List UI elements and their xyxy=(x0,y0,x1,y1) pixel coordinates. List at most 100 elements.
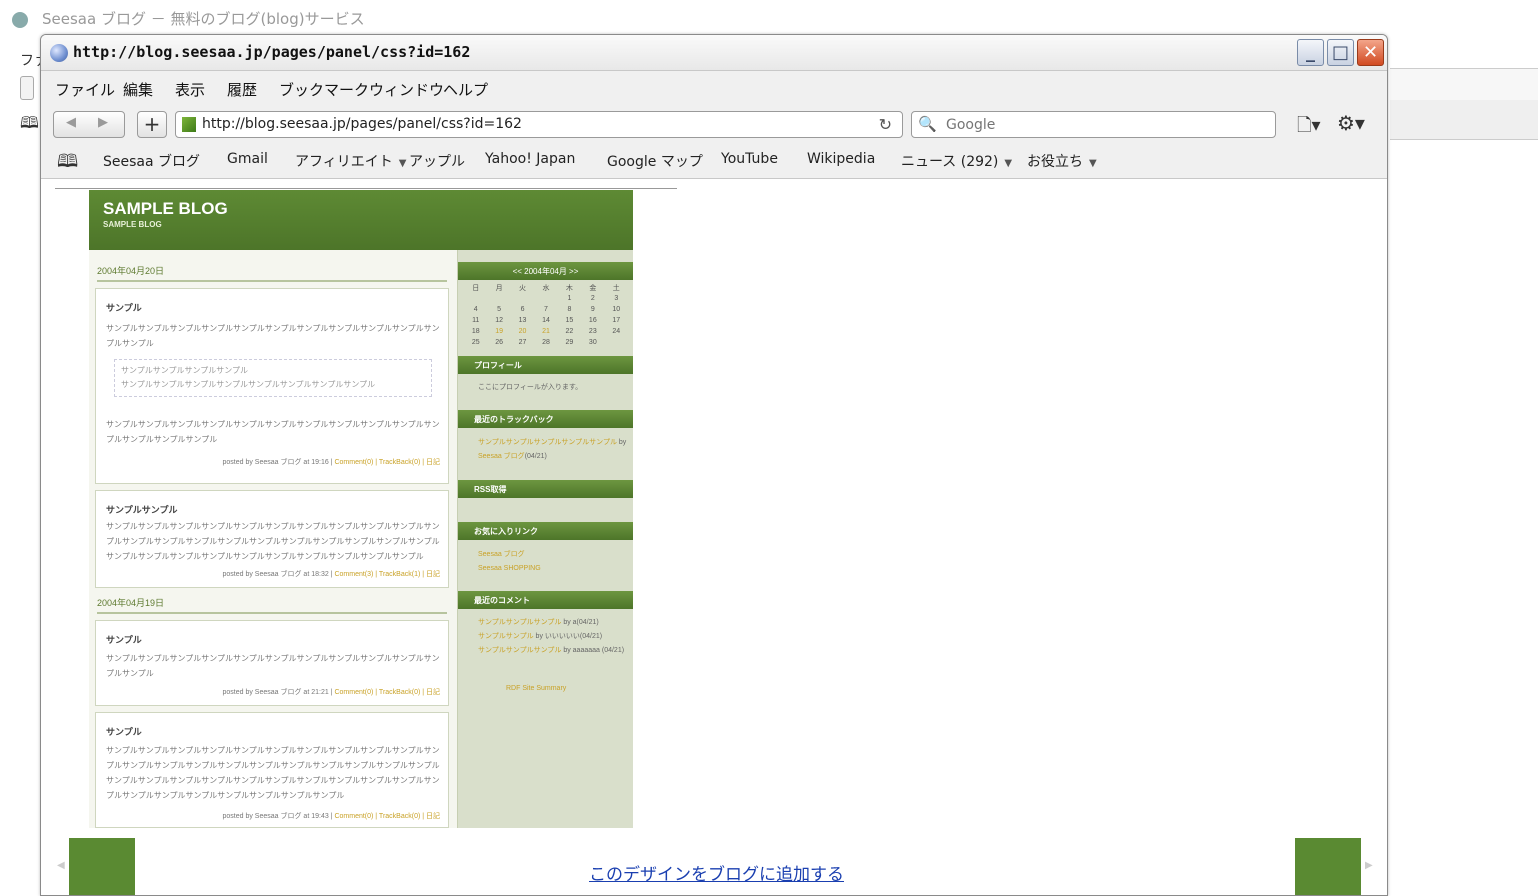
open-book-icon[interactable]: 🕮 xyxy=(57,149,78,179)
favorite-link[interactable]: Seesaa SHOPPING xyxy=(478,562,628,576)
next-design-thumbnail[interactable] xyxy=(1295,838,1361,895)
post-links[interactable]: Comment(0) | TrackBack(0) | 日記 xyxy=(334,459,440,466)
quote-line: サンプルサンプルサンプルサンプル xyxy=(121,366,249,375)
post-links[interactable]: Comment(0) | TrackBack(0) | 日記 xyxy=(334,813,440,820)
post-meta: posted by Seesaa ブログ at 19:16 | xyxy=(222,459,333,466)
profile-text: ここにプロフィールが入ります。 xyxy=(478,384,583,391)
bookmark-useful[interactable]: お役立ち ▼ xyxy=(1027,151,1097,171)
calendar-week: 11 12 13 14 15 16 17 xyxy=(464,315,628,326)
post-footer: posted by Seesaa ブログ at 19:16 | Comment(… xyxy=(223,457,441,467)
calendar-day: 9 xyxy=(590,306,595,313)
rdf-link[interactable]: RDF Site Summary xyxy=(506,682,633,696)
background-back-button[interactable] xyxy=(20,76,34,100)
minimize-icon: _ xyxy=(1306,42,1315,63)
rdf-link-label[interactable]: RDF Site Summary xyxy=(506,685,566,692)
menu-history[interactable]: 履歴 xyxy=(227,79,257,100)
post-meta: posted by Seesaa ブログ at 19:43 | xyxy=(222,813,333,820)
forward-button[interactable]: ▶ xyxy=(98,115,108,130)
post-links[interactable]: Comment(0) | TrackBack(0) | 日記 xyxy=(334,689,440,696)
bookmark-label: Gmail xyxy=(227,151,268,167)
favorite-link[interactable]: Seesaa ブログ xyxy=(478,548,628,562)
close-button[interactable]: ✕ xyxy=(1357,39,1384,66)
bookmark-gmail[interactable]: Gmail xyxy=(227,151,268,167)
back-button[interactable]: ◀ xyxy=(66,115,76,130)
address-bar[interactable]: http://blog.seesaa.jp/pages/panel/css?id… xyxy=(175,111,903,138)
bookmark-google-maps[interactable]: Google マップ xyxy=(607,151,703,171)
blog-title: SAMPLE BLOG xyxy=(103,199,228,218)
add-design-link[interactable]: このデザインをブログに追加する xyxy=(589,860,844,885)
post-links[interactable]: Comment(3) | TrackBack(1) | 日記 xyxy=(334,571,440,578)
chevron-down-icon: ▼ xyxy=(398,158,407,169)
bookmark-label: お役立ち xyxy=(1027,154,1083,170)
bookmark-affiliate[interactable]: アフィリエイト ▼ xyxy=(295,151,406,171)
calendar-day: 27 xyxy=(518,339,527,346)
search-input[interactable] xyxy=(946,115,1266,135)
minimize-button[interactable]: _ xyxy=(1297,39,1324,66)
calendar-day: 13 xyxy=(518,317,527,324)
menu-window[interactable]: ウィンドウ xyxy=(369,79,444,100)
new-tab-button[interactable]: + xyxy=(137,111,167,138)
prev-design-thumbnail[interactable] xyxy=(69,838,135,895)
address-url[interactable]: http://blog.seesaa.jp/pages/panel/css?id… xyxy=(202,116,522,132)
bookmark-apple[interactable]: アップル xyxy=(409,151,465,171)
calendar-header[interactable]: << 2004年04月 >> xyxy=(458,262,633,280)
menu-file[interactable]: ファイル xyxy=(55,79,115,100)
bookmark-news[interactable]: ニュース (292) ▼ xyxy=(901,151,1012,171)
menu-bookmarks[interactable]: ブックマーク xyxy=(279,79,369,100)
comment-link[interactable]: サンプルサンプル xyxy=(478,633,534,640)
site-favicon xyxy=(182,117,196,132)
search-icon[interactable]: 🔍 xyxy=(918,115,937,133)
gear-icon[interactable]: ⚙▾ xyxy=(1337,111,1365,135)
blog-post: サンプル サンプルサンプルサンプルサンプルサンプルサンプルサンプルサンプルサンプ… xyxy=(95,712,449,828)
sidebar-heading-rss[interactable]: RSS取得 xyxy=(458,480,633,498)
comment-link[interactable]: サンプルサンプルサンプル xyxy=(478,647,561,654)
popup-titlebar[interactable]: http://blog.seesaa.jp/pages/panel/css?id… xyxy=(41,35,1387,71)
menu-edit[interactable]: 編集 xyxy=(123,79,153,100)
calendar-week: 1 2 3 xyxy=(464,293,628,304)
scroll-right-icon[interactable]: ▶ xyxy=(1365,860,1373,871)
calendar-day: 28 xyxy=(542,339,550,346)
comment-by: by a(04/21) xyxy=(563,619,599,626)
post-title: サンプル xyxy=(106,303,142,313)
divider xyxy=(55,188,677,189)
calendar-week: 25 26 27 28 29 30 xyxy=(464,337,628,348)
menu-help[interactable]: ヘルプ xyxy=(443,79,488,100)
reload-icon[interactable]: ↻ xyxy=(879,115,892,134)
trackback-link[interactable]: サンプルサンプルサンプルサンプルサンプル xyxy=(478,439,617,446)
menu-bar: ファイル 編集 表示 履歴 ブックマーク ウィンドウ ヘルプ xyxy=(41,71,1387,107)
bookmark-wikipedia[interactable]: Wikipedia xyxy=(807,151,875,167)
trackback-author[interactable]: Seesaa ブログ xyxy=(478,453,525,460)
scroll-left-icon[interactable]: ◀ xyxy=(57,860,65,871)
calendar-day xyxy=(464,293,487,304)
post-date: 2004年04月19日 xyxy=(97,596,447,614)
blog-post: サンプル サンプルサンプルサンプルサンプルサンプルサンプルサンプルサンプルサンプ… xyxy=(95,288,449,484)
maximize-button[interactable]: □ xyxy=(1327,39,1354,66)
background-window-title: Seesaa ブログ － 無料のブログ(blog)サービス xyxy=(42,10,365,28)
comment-by: by いいいいい(04/21) xyxy=(535,633,603,640)
calendar-day: 14 xyxy=(542,317,550,324)
background-toolbar xyxy=(1390,68,1538,101)
comment-link[interactable]: サンプルサンプルサンプル xyxy=(478,619,561,626)
weekday: 日 xyxy=(472,284,480,292)
blog-preview: SAMPLE BLOG SAMPLE BLOG 2004年04月20日 サンプル… xyxy=(89,190,633,828)
bookmark-label: Yahoo! Japan xyxy=(485,151,576,167)
calendar-day[interactable]: 19 xyxy=(487,326,510,337)
sidebar-heading-favorites: お気に入りリンク xyxy=(458,522,633,540)
calendar-day: 1 xyxy=(567,295,572,302)
search-box[interactable]: 🔍 xyxy=(911,111,1276,138)
calendar: 日 月 火 水 木 金 土 1 2 3 4 5 6 7 8 9 10 11 12 13 14 15 16 17 1… xyxy=(464,282,628,348)
post-body: サンプルサンプルサンプルサンプルサンプルサンプルサンプルサンプルサンプルサンプル… xyxy=(106,324,440,348)
calendar-day: 23 xyxy=(588,328,597,335)
bookmark-youtube[interactable]: YouTube xyxy=(721,151,778,167)
weekday: 水 xyxy=(542,284,550,292)
page-menu-icon[interactable]: 🗋▾ xyxy=(1297,113,1321,143)
calendar-day: 11 xyxy=(472,317,480,324)
open-book-icon: 🕮 xyxy=(20,113,39,132)
menu-view[interactable]: 表示 xyxy=(175,79,205,100)
calendar-day[interactable]: 21 xyxy=(534,326,557,337)
bookmark-yahoo[interactable]: Yahoo! Japan xyxy=(485,151,575,167)
bookmark-seesaa[interactable]: Seesaa ブログ xyxy=(103,151,200,171)
calendar-day[interactable]: 20 xyxy=(511,326,534,337)
post-footer: posted by Seesaa ブログ at 19:43 | Comment(… xyxy=(223,811,441,821)
calendar-day: 16 xyxy=(588,317,597,324)
